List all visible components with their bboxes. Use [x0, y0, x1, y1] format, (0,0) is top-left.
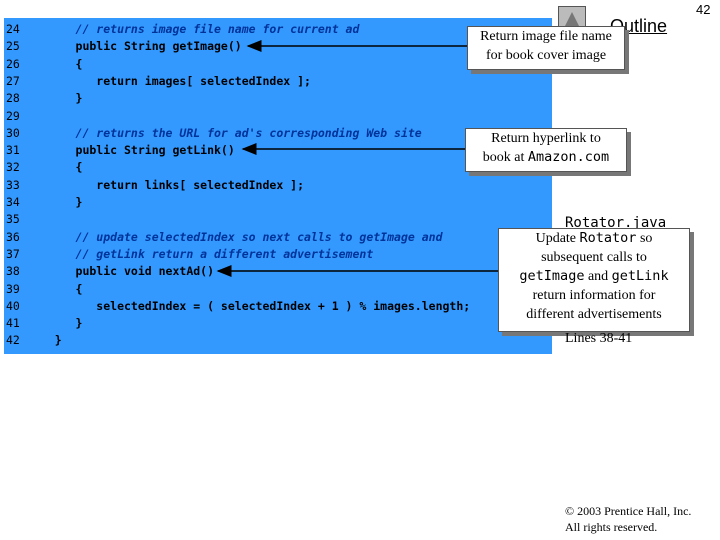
callout-nextad-l5: different advertisements — [526, 307, 662, 322]
side-line-range: Lines 38-41 — [565, 331, 633, 346]
callout-getlink: Return hyperlink to book at Amazon.com — [465, 128, 627, 172]
callout-nextad: Update Rotator so subsequent calls to ge… — [498, 228, 690, 332]
callout-getlink-prefix: book at — [482, 150, 528, 165]
callout-nextad-l1-suffix: so — [636, 231, 653, 246]
copyright-line1: © 2003 Prentice Hall, Inc. — [565, 504, 692, 518]
copyright-line2: All rights reserved. — [565, 520, 658, 534]
callout-getimage-line2: for book cover image — [485, 48, 607, 63]
callout-nextad-l2: subsequent calls to — [541, 250, 647, 265]
copyright: © 2003 Prentice Hall, Inc. All rights re… — [565, 503, 691, 535]
callout-getimage-line1: Return image file name — [480, 29, 612, 44]
callout-nextad-l1-class: Rotator — [579, 230, 637, 246]
callout-getlink-domain: Amazon.com — [527, 149, 610, 165]
callout-nextad-l3-mid: and — [584, 269, 612, 284]
callout-nextad-l1-prefix: Update — [535, 231, 580, 246]
callout-nextad-l4: return information for — [532, 288, 656, 303]
callout-getlink-line1: Return hyperlink to — [491, 131, 601, 146]
callout-nextad-l3-a: getImage — [519, 268, 585, 284]
callout-nextad-l3-b: getLink — [611, 268, 669, 284]
callout-getimage: Return image file name for book cover im… — [467, 26, 625, 70]
